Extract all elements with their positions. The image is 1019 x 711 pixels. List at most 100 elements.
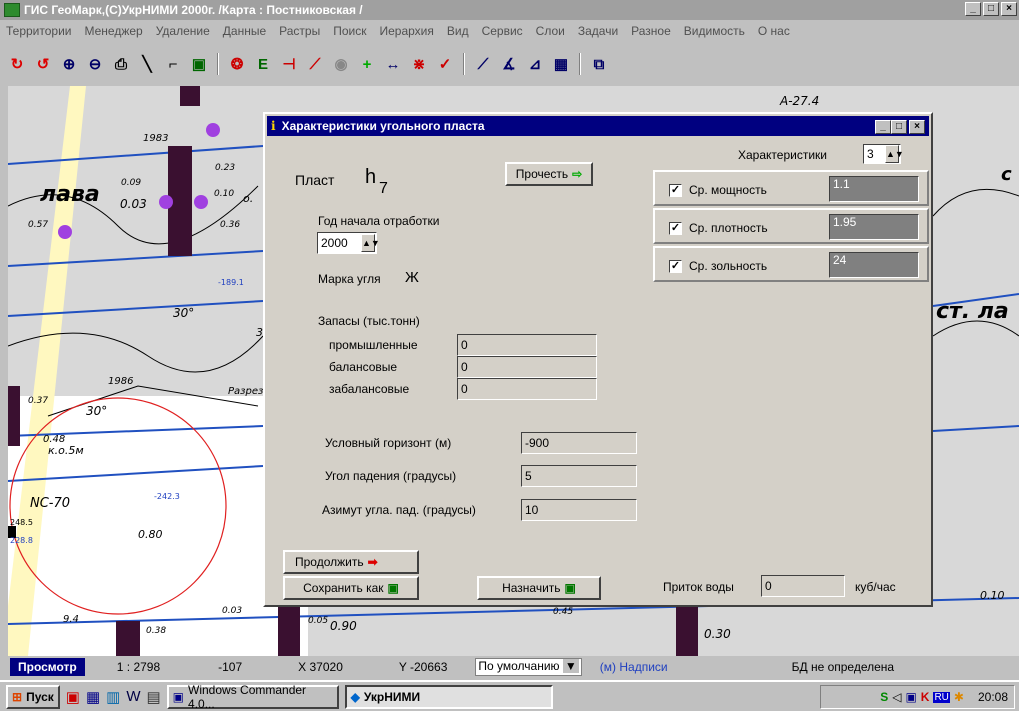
add-point-icon[interactable]: + [356,53,378,75]
minimize-icon[interactable]: _ [965,2,981,16]
tray-monitor-icon[interactable]: ▣ [905,690,916,704]
cross-line-icon[interactable]: ⊣ [278,53,300,75]
tray-k-icon[interactable]: K [921,690,930,704]
check-icon[interactable]: ✓ [434,53,456,75]
quicklaunch-app-icon[interactable]: ▣ [66,688,80,706]
region-icon[interactable]: ▦ [550,53,572,75]
dialog-maximize-icon[interactable]: □ [891,120,907,134]
start-label: Пуск [26,689,54,704]
menu-item-layers[interactable]: Слои [536,24,565,38]
chevron-down-icon[interactable]: ▼ [562,659,579,673]
map-label-045: 0.45 [553,607,574,617]
menu-item-delete[interactable]: Удаление [156,24,210,38]
reserve-balance-field[interactable]: 0 [457,356,597,378]
e-tool-icon[interactable]: E [252,53,274,75]
main-title-bar[interactable]: ГИС ГеоМарк,(С)УкрНИМИ 2000г. /Карта : П… [0,0,1019,20]
menu-item-manager[interactable]: Менеджер [85,24,143,38]
map-label-003: 0.03 [120,197,147,211]
default-select-value: По умолчанию [478,659,560,673]
measure-icon[interactable]: ↔ [382,53,404,75]
menu-item-territories[interactable]: Территории [6,24,72,38]
map-label-2423: -242.3 [154,492,180,501]
save-as-button[interactable]: Сохранить как ▣ [283,576,419,600]
water-inflow-unit: куб/час [855,580,896,594]
quicklaunch-tools-icon[interactable]: ▥ [106,688,120,706]
task-windows-commander[interactable]: ▣ Windows Commander 4.0... [166,683,339,711]
quicklaunch-save-icon[interactable]: ▦ [86,688,100,706]
tray-scheduler-icon[interactable]: ✱ [954,690,964,704]
thickness-value[interactable]: 1.1 [829,176,919,202]
default-select[interactable]: По умолчанию ▼ [475,658,582,676]
map-label-005: 0.05 [308,616,329,626]
polyline-icon[interactable]: ⟋ [472,53,494,75]
menu-item-view[interactable]: Вид [447,24,469,38]
angle-icon[interactable]: ∡ [498,53,520,75]
read-button[interactable]: Прочесть ⇨ [505,162,593,186]
menu-item-tasks[interactable]: Задачи [578,24,618,38]
read-button-label: Прочесть [515,167,569,181]
tray-network-icon[interactable]: S [880,690,888,704]
map-label-010: 0.10 [214,189,235,199]
azimuth-field[interactable]: 10 [521,499,637,521]
characteristic-row-thickness: ✓ Ср. мощность 1.1 [653,170,929,206]
zoom-in-icon[interactable]: ⊕ [58,53,80,75]
menu-item-hierarchy[interactable]: Иерархия [379,24,433,38]
zoom-out-icon[interactable]: ⊖ [84,53,106,75]
reserve-industrial-field[interactable]: 0 [457,334,597,356]
reserve-offbalance-field[interactable]: 0 [457,378,597,400]
menu-item-about[interactable]: О нас [758,24,790,38]
menu-item-data[interactable]: Данные [223,24,266,38]
map-label-038: 0.38 [146,626,167,636]
print-icon[interactable]: ⎙ [110,53,132,75]
dialog-close-icon[interactable]: × [909,120,925,134]
assign-button[interactable]: Назначить ▣ [477,576,601,600]
characteristics-spin-icon[interactable]: ▲▼ [885,145,904,163]
menu-item-service[interactable]: Сервис [482,24,523,38]
toolbar-separator-3 [579,53,581,75]
map-label-037: 0.37 [28,396,49,406]
ash-value[interactable]: 24 [829,252,919,278]
quicklaunch-desktop-icon[interactable]: ▤ [146,688,160,706]
redraw-icon[interactable]: ↺ [32,53,54,75]
slash-cross-icon[interactable]: ⟋ [304,53,326,75]
dialog-title-bar[interactable]: i Характеристики угольного пласта _ □ × [267,116,929,136]
window-title: ГИС ГеоМарк,(С)УкрНИМИ 2000г. /Карта : П… [24,3,363,17]
water-inflow-field[interactable]: 0 [761,575,845,597]
thickness-checkbox[interactable]: ✓ [669,184,682,197]
reserve-balance-label: балансовые [329,360,398,374]
tray-language-indicator[interactable]: RU [933,691,950,703]
map-label-nc70: NC-70 [30,496,71,511]
map-label-a274: A-27.4 [780,94,820,108]
tray-speaker-icon[interactable]: ◁ [892,690,901,704]
menu-item-visibility[interactable]: Видимость [684,24,745,38]
label-tool-icon[interactable]: ⌐ [162,53,184,75]
menu-item-search[interactable]: Поиск [333,24,366,38]
save-map-icon[interactable]: ▣ [188,53,210,75]
ash-checkbox[interactable]: ✓ [669,260,682,273]
layers-3d-icon[interactable]: ⧉ [588,53,610,75]
close-icon[interactable]: × [1001,2,1017,16]
dialog-minimize-icon[interactable]: _ [875,120,891,134]
map-label-o: о. [243,192,254,205]
task-ukrnimi[interactable]: ◆ УкрНИМИ [344,684,553,709]
system-tray: S ◁ ▣ K RU ✱ 20:08 [820,685,1015,709]
density-value[interactable]: 1.95 [829,214,919,240]
maximize-icon[interactable]: □ [983,2,999,16]
dip-angle-field[interactable]: 5 [521,465,637,487]
quicklaunch-word-icon[interactable]: W [126,688,140,705]
horizon-field[interactable]: -900 [521,432,637,454]
map-label-2485: 248.5 [10,518,33,527]
labels-indicator[interactable]: (м) Надписи [600,660,668,674]
start-button[interactable]: ⊞ Пуск [6,684,60,709]
draw-line-icon[interactable]: ╲ [136,53,158,75]
continue-button[interactable]: Продолжить ➡ [283,550,419,574]
density-checkbox[interactable]: ✓ [669,222,682,235]
split-icon[interactable]: ⋇ [408,53,430,75]
menu-item-rasters[interactable]: Растры [279,24,320,38]
menu-item-misc[interactable]: Разное [631,24,671,38]
target-icon[interactable]: ❂ [226,53,248,75]
year-spin-icon[interactable]: ▲▼ [361,234,380,252]
refresh-icon[interactable]: ↻ [6,53,28,75]
vector-icon[interactable]: ⊿ [524,53,546,75]
eye-icon[interactable]: ◉ [330,53,352,75]
